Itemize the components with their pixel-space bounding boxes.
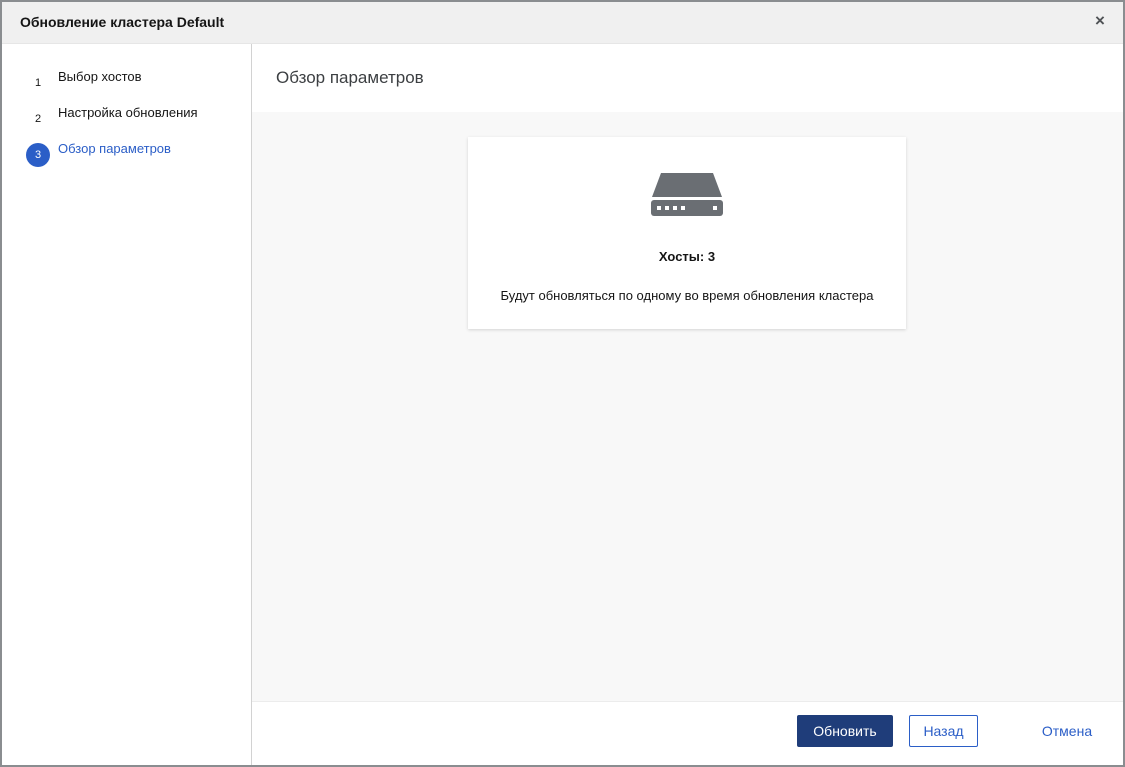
main-header: Обзор параметров [252, 44, 1123, 112]
wizard-steps-nav: 1 Выбор хостов 2 Настройка обновления 3 … [2, 44, 252, 765]
cancel-button[interactable]: Отмена [1027, 715, 1107, 747]
step-review[interactable]: 3 Обзор параметров [26, 140, 171, 167]
step-number: 1 [26, 71, 50, 95]
step-update-settings[interactable]: 2 Настройка обновления [26, 104, 198, 131]
modal-footer: Обновить Назад Отмена [252, 701, 1123, 765]
step-label: Выбор хостов [58, 69, 142, 84]
update-button[interactable]: Обновить [797, 715, 893, 747]
page-title: Обзор параметров [276, 68, 424, 87]
summary-card: Хосты: 3 Будут обновляться по одному во … [468, 137, 906, 329]
step-label: Настройка обновления [58, 105, 198, 120]
step-number: 2 [26, 107, 50, 131]
server-icon [651, 173, 723, 216]
update-description: Будут обновляться по одному во время обн… [500, 288, 874, 303]
update-cluster-modal: Обновление кластера Default × 1 Выбор хо… [0, 0, 1125, 767]
close-icon[interactable]: × [1091, 12, 1109, 30]
host-count: Хосты: 3 [658, 249, 716, 264]
back-button[interactable]: Назад [909, 715, 978, 747]
modal-header: Обновление кластера Default × [2, 2, 1123, 44]
modal-title: Обновление кластера Default [20, 14, 225, 30]
step-select-hosts[interactable]: 1 Выбор хостов [26, 68, 142, 95]
wizard-main-content: Обзор параметров Хосты: 3 Будут обновлят… [252, 44, 1123, 701]
step-number: 3 [26, 143, 50, 167]
step-label: Обзор параметров [58, 141, 171, 156]
